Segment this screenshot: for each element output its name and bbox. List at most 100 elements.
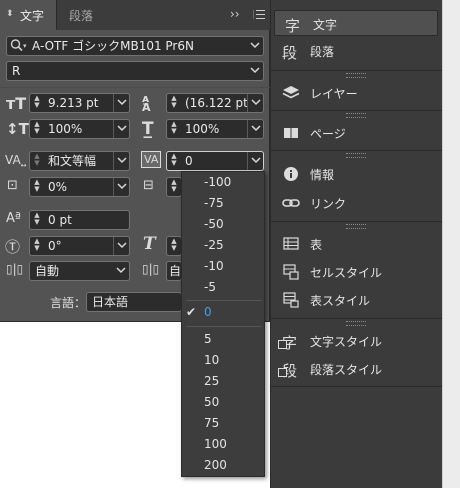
rotation-field[interactable]: ▲ ▼ 0° <box>29 236 130 256</box>
tab-paragraph-label: 段落 <box>69 9 94 23</box>
kerning-field[interactable]: ▲ ▼ 和文等幅 <box>29 151 130 171</box>
skew-field[interactable]: ▲ ▼ <box>166 236 182 256</box>
dock-item-cell-style[interactable]: セルスタイル <box>272 259 440 285</box>
dock-scroll-track[interactable] <box>442 0 460 488</box>
baseline-shift-value: 0 pt <box>48 213 72 227</box>
font-family-field[interactable]: ▾ A-OTF ゴシックMB101 Pr6N <box>6 36 264 56</box>
stepper-arrows-icon[interactable]: ▲ ▼ <box>167 152 181 170</box>
dock-item-table[interactable]: 表 <box>272 231 440 257</box>
dropdown-option[interactable]: -25 <box>182 235 266 256</box>
font-size-value: 9.213 pt <box>48 96 99 110</box>
tsume-value: 0% <box>48 180 68 194</box>
dock-item-paragraph[interactable]: 段 段落 <box>272 38 440 64</box>
chevron-down-icon[interactable] <box>113 94 129 112</box>
dropdown-option[interactable]: -100 <box>182 172 266 193</box>
chevron-down-icon[interactable] <box>113 152 129 170</box>
dock-grip[interactable] <box>346 224 366 229</box>
chevron-down-icon[interactable] <box>247 62 263 80</box>
paragraph-icon: 段 <box>282 44 298 62</box>
dock-item-character[interactable]: 字 文字 <box>274 10 438 36</box>
dock-divider <box>271 318 442 319</box>
tsume-icon: ⊡ <box>7 178 18 193</box>
dock-grip[interactable] <box>346 73 366 78</box>
dock-item-label: 表スタイル <box>310 294 371 308</box>
tsume-field[interactable]: ▲ ▼ 0% <box>29 177 130 197</box>
stepper-arrows-icon[interactable]: ▲ ▼ <box>167 94 181 112</box>
chevron-down-icon[interactable] <box>247 94 263 112</box>
vertical-scale-icon: ↕T <box>6 120 29 138</box>
dropdown-option[interactable]: 100 <box>182 434 266 455</box>
dropdown-option[interactable]: 10 <box>182 350 266 371</box>
dock-item-paragraph-style[interactable]: 段 段落スタイル <box>272 356 440 382</box>
info-icon <box>282 165 300 183</box>
stepper-arrows-icon[interactable]: ▲ ▼ <box>167 178 181 196</box>
dock-grip[interactable] <box>346 153 366 158</box>
vertical-scale-field[interactable]: ▲ ▼ 100% <box>29 119 130 139</box>
dock-item-pages[interactable]: ページ <box>272 120 440 146</box>
collapse-icon[interactable]: ›› <box>230 7 240 21</box>
stepper-arrows-icon[interactable]: ▲ ▼ <box>167 120 181 138</box>
dock-grip[interactable] <box>346 113 366 118</box>
dropdown-divider <box>186 326 262 327</box>
chevron-down-icon[interactable] <box>247 120 263 138</box>
dropdown-option[interactable]: -5 <box>182 277 266 298</box>
dropdown-option[interactable]: 25 <box>182 371 266 392</box>
dropdown-option[interactable]: -75 <box>182 193 266 214</box>
leading-field[interactable]: ▲ ▼ (16.122 pt <box>166 93 264 113</box>
stepper-arrows-icon[interactable]: ▲ ▼ <box>30 211 44 229</box>
chevron-down-icon[interactable] <box>247 37 263 55</box>
tab-arrows-icon: ⬍ <box>6 9 14 19</box>
chevron-down-icon[interactable] <box>113 120 129 138</box>
dropdown-option[interactable]: -10 <box>182 256 266 277</box>
chevron-down-icon[interactable] <box>113 178 129 196</box>
character-icon: 字 <box>285 17 301 35</box>
dock-item-layers[interactable]: レイヤー <box>272 80 440 106</box>
dock-divider <box>271 150 442 151</box>
aki-before-field[interactable]: 自動 <box>29 261 130 281</box>
dock-item-label: 文字 <box>313 18 338 32</box>
tracking-field[interactable]: ▲ ▼ 0 <box>166 151 264 171</box>
leading-icon: ᴀ̲ A <box>142 92 151 114</box>
panel-menu-icon[interactable] <box>253 10 265 19</box>
tab-character[interactable]: ⬍ 文字 <box>0 0 56 30</box>
language-field[interactable]: 日本語 <box>86 292 182 312</box>
tab-paragraph[interactable]: 段落 <box>56 0 108 30</box>
dock-divider <box>271 221 442 222</box>
aki-before-value: 自動 <box>35 264 60 278</box>
dock-item-links[interactable]: リンク <box>272 190 440 216</box>
chevron-down-icon[interactable] <box>113 262 129 280</box>
dock-item-label: 表 <box>310 238 323 252</box>
baseline-shift-field[interactable]: ▲ ▼ 0 pt <box>29 210 130 230</box>
font-style-field[interactable]: R <box>6 61 264 81</box>
mojikumi-field[interactable]: ▲ ▼ <box>166 177 182 197</box>
horizontal-scale-icon: T̲ <box>142 119 154 139</box>
dock-grip[interactable] <box>346 321 366 326</box>
tracking-icon: VA <box>141 151 162 168</box>
dropdown-option[interactable]: 200 <box>182 455 266 476</box>
dock-item-label: セルスタイル <box>310 266 383 280</box>
aki-after-field[interactable]: 自 <box>166 261 182 281</box>
dock-item-character-style[interactable]: 字 文字スタイル <box>272 328 440 354</box>
stepper-arrows-icon[interactable]: ▲ ▼ <box>30 152 44 170</box>
chevron-down-icon[interactable] <box>113 237 129 255</box>
divider <box>0 87 270 88</box>
leading-value: (16.122 pt <box>185 96 248 110</box>
dropdown-option[interactable]: 50 <box>182 392 266 413</box>
dock-item-table-style[interactable]: 表スタイル <box>272 287 440 313</box>
layers-icon <box>282 84 300 102</box>
stepper-arrows-icon[interactable]: ▲ ▼ <box>30 237 44 255</box>
dropdown-option[interactable]: 5 <box>182 329 266 350</box>
stepper-arrows-icon[interactable]: ▲ ▼ <box>30 178 44 196</box>
dropdown-option-selected[interactable]: ✔ 0 <box>182 302 266 324</box>
dropdown-option[interactable]: 75 <box>182 413 266 434</box>
stepper-arrows-icon[interactable]: ▲ ▼ <box>30 120 44 138</box>
dock-item-label: レイヤー <box>310 87 358 101</box>
horizontal-scale-field[interactable]: ▲ ▼ 100% <box>166 119 264 139</box>
stepper-arrows-icon[interactable]: ▲ ▼ <box>167 237 181 255</box>
dropdown-option[interactable]: -50 <box>182 214 266 235</box>
font-size-field[interactable]: ▲ ▼ 9.213 pt <box>29 93 130 113</box>
chevron-down-icon[interactable] <box>247 152 263 170</box>
dock-divider <box>271 110 442 111</box>
dock-item-info[interactable]: 情報 <box>272 161 440 187</box>
stepper-arrows-icon[interactable]: ▲ ▼ <box>30 94 44 112</box>
